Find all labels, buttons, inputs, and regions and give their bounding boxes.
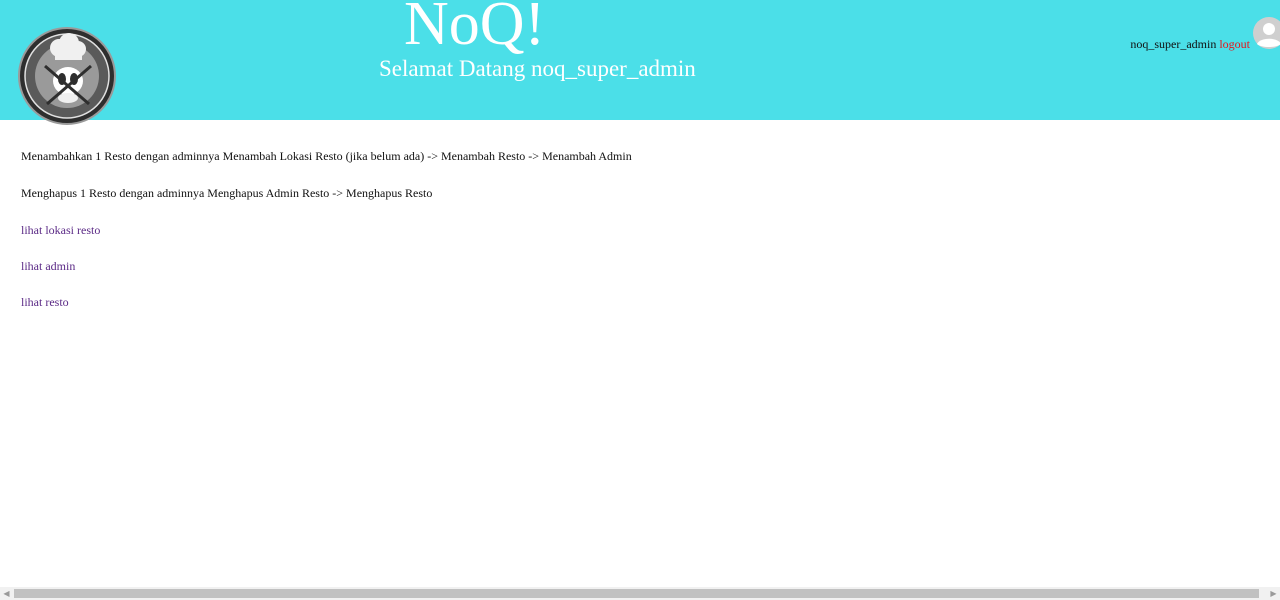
link-view-restos[interactable]: lihat resto [21,296,632,309]
username-label: noq_super_admin [1130,37,1217,51]
instruction-delete-resto: Menghapus 1 Resto dengan adminnya Mengha… [21,186,433,200]
chevron-right-icon[interactable]: ▶ [1267,587,1280,600]
link-view-locations[interactable]: lihat lokasi resto [21,224,632,237]
link-view-admins[interactable]: lihat admin [21,260,632,273]
brand-title: NoQ! [404,0,546,58]
scrollbar-thumb[interactable] [14,589,1259,598]
logout-link[interactable]: logout [1219,37,1250,51]
instruction-add-resto: Menambahkan 1 Resto dengan adminnya Mena… [21,149,632,163]
chevron-left-icon[interactable]: ◀ [0,587,13,600]
chef-logo-icon [18,27,116,125]
user-box: noq_super_admin logout [1130,37,1250,52]
welcome-message: Selamat Datang noq_super_admin [379,56,696,81]
horizontal-scrollbar[interactable]: ◀ ▶ [0,587,1280,600]
main-content: Menambahkan 1 Resto dengan adminnya Mena… [21,150,632,332]
header: NoQ! Selamat Datang noq_super_admin noq_… [0,0,1280,125]
user-avatar-icon[interactable] [1253,17,1280,49]
